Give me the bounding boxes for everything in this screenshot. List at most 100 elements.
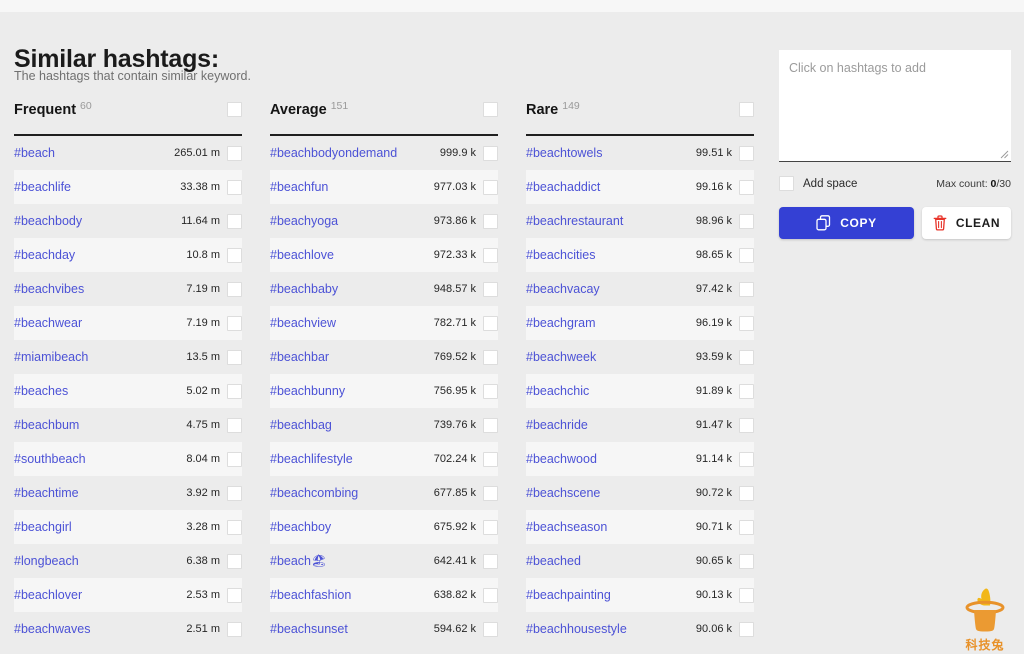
- hashtag-checkbox[interactable]: [739, 519, 754, 535]
- hashtag-checkbox[interactable]: [483, 383, 498, 399]
- hashtag-row[interactable]: #beachbody 11.64 m: [14, 204, 242, 238]
- hashtag-link[interactable]: #beachview: [270, 316, 434, 330]
- hashtag-checkbox[interactable]: [483, 315, 498, 331]
- hashtag-row[interactable]: #beachbum 4.75 m: [14, 408, 242, 442]
- hashtag-link[interactable]: #beachpainting: [526, 588, 696, 602]
- hashtag-checkbox[interactable]: [739, 587, 754, 603]
- hashtag-row[interactable]: #longbeach 6.38 m: [14, 544, 242, 578]
- hashtag-row[interactable]: #beachbodyondemand 999.9 k: [270, 136, 498, 170]
- hashtag-checkbox[interactable]: [739, 145, 754, 161]
- hashtag-checkbox[interactable]: [227, 417, 242, 433]
- hashtag-link[interactable]: #beachcities: [526, 248, 696, 262]
- hashtag-row[interactable]: #beachseason 90.71 k: [526, 510, 754, 544]
- hashtag-checkbox[interactable]: [483, 281, 498, 297]
- hashtag-checkbox[interactable]: [227, 553, 242, 569]
- hashtag-row[interactable]: #beachbunny 756.95 k: [270, 374, 498, 408]
- hashtag-row[interactable]: #miamibeach 13.5 m: [14, 340, 242, 374]
- hashtag-link[interactable]: #southbeach: [14, 452, 186, 466]
- hashtag-checkbox[interactable]: [483, 417, 498, 433]
- hashtag-row[interactable]: #beaches 5.02 m: [14, 374, 242, 408]
- hashtag-row[interactable]: #beachday 10.8 m: [14, 238, 242, 272]
- hashtag-row[interactable]: #beachlove 972.33 k: [270, 238, 498, 272]
- hashtag-checkbox[interactable]: [483, 519, 498, 535]
- hashtag-row[interactable]: #beachlifestyle 702.24 k: [270, 442, 498, 476]
- hashtag-row[interactable]: #beachlover 2.53 m: [14, 578, 242, 612]
- hashtag-link[interactable]: #beachweek: [526, 350, 696, 364]
- hashtag-checkbox[interactable]: [483, 587, 498, 603]
- hashtag-row[interactable]: #beachscene 90.72 k: [526, 476, 754, 510]
- hashtag-row[interactable]: #beachcities 98.65 k: [526, 238, 754, 272]
- hashtag-link[interactable]: #beachtime: [14, 486, 186, 500]
- hashtag-link[interactable]: #beachwear: [14, 316, 186, 330]
- hashtag-checkbox[interactable]: [739, 349, 754, 365]
- hashtag-link[interactable]: #beachlife: [14, 180, 180, 194]
- hashtag-checkbox[interactable]: [739, 383, 754, 399]
- hashtag-checkbox[interactable]: [227, 247, 242, 263]
- hashtag-checkbox[interactable]: [227, 485, 242, 501]
- hashtag-link[interactable]: #beachfun: [270, 180, 434, 194]
- hashtag-link[interactable]: #beach: [14, 146, 174, 160]
- hashtag-checkbox[interactable]: [227, 519, 242, 535]
- hashtag-row[interactable]: #beachyoga 973.86 k: [270, 204, 498, 238]
- hashtag-link[interactable]: #beachhousestyle: [526, 622, 696, 636]
- hashtag-checkbox[interactable]: [739, 213, 754, 229]
- hashtag-link[interactable]: #beachcombing: [270, 486, 434, 500]
- hashtag-link[interactable]: #beachvibes: [14, 282, 186, 296]
- hashtag-link[interactable]: #beachday: [14, 248, 186, 262]
- hashtag-link[interactable]: #beachbodyondemand: [270, 146, 440, 160]
- hashtag-row[interactable]: #beachcombing 677.85 k: [270, 476, 498, 510]
- hashtag-row[interactable]: #beached 90.65 k: [526, 544, 754, 578]
- hashtag-checkbox[interactable]: [739, 179, 754, 195]
- hashtag-checkbox[interactable]: [483, 485, 498, 501]
- hashtag-link[interactable]: #beach🏖: [270, 554, 434, 569]
- hashtag-link[interactable]: #beachseason: [526, 520, 696, 534]
- hashtag-row[interactable]: #southbeach 8.04 m: [14, 442, 242, 476]
- hashtag-checkbox[interactable]: [483, 145, 498, 161]
- hashtag-row[interactable]: #beachvibes 7.19 m: [14, 272, 242, 306]
- select-all-checkbox[interactable]: [739, 102, 754, 117]
- hashtag-link[interactable]: #beachwood: [526, 452, 696, 466]
- hashtag-checkbox[interactable]: [739, 281, 754, 297]
- hashtag-checkbox[interactable]: [739, 451, 754, 467]
- hashtag-row[interactable]: #beachhousestyle 90.06 k: [526, 612, 754, 646]
- hashtag-link[interactable]: #beachbum: [14, 418, 186, 432]
- hashtag-row[interactable]: #beachsunset 594.62 k: [270, 612, 498, 646]
- hashtag-link[interactable]: #beached: [526, 554, 696, 568]
- hashtag-link[interactable]: #beachyoga: [270, 214, 434, 228]
- hashtag-checkbox[interactable]: [227, 315, 242, 331]
- hashtag-link[interactable]: #beachlifestyle: [270, 452, 434, 466]
- hashtag-row[interactable]: #beachtime 3.92 m: [14, 476, 242, 510]
- hashtag-checkbox[interactable]: [227, 281, 242, 297]
- hashtag-checkbox[interactable]: [483, 553, 498, 569]
- select-all-checkbox[interactable]: [483, 102, 498, 117]
- hashtag-row[interactable]: #beachview 782.71 k: [270, 306, 498, 340]
- hashtag-link[interactable]: #miamibeach: [14, 350, 186, 364]
- hashtag-row[interactable]: #beachride 91.47 k: [526, 408, 754, 442]
- hashtag-link[interactable]: #beachwaves: [14, 622, 186, 636]
- hashtag-link[interactable]: #beachrestaurant: [526, 214, 696, 228]
- hashtag-link[interactable]: #beachaddict: [526, 180, 696, 194]
- hashtag-checkbox[interactable]: [227, 621, 242, 637]
- hashtag-link[interactable]: #beachboy: [270, 520, 434, 534]
- hashtag-row[interactable]: #beachboy 675.92 k: [270, 510, 498, 544]
- hashtag-row[interactable]: #beachaddict 99.16 k: [526, 170, 754, 204]
- hashtag-row[interactable]: #beach 265.01 m: [14, 136, 242, 170]
- hashtag-link[interactable]: #beachbar: [270, 350, 434, 364]
- hashtag-row[interactable]: #beachwear 7.19 m: [14, 306, 242, 340]
- hashtag-checkbox[interactable]: [483, 451, 498, 467]
- hashtag-link[interactable]: #beachfashion: [270, 588, 434, 602]
- hashtag-link[interactable]: #beachchic: [526, 384, 696, 398]
- hashtag-link[interactable]: #beachbag: [270, 418, 434, 432]
- hashtag-link[interactable]: #beaches: [14, 384, 186, 398]
- hashtag-checkbox[interactable]: [227, 451, 242, 467]
- hashtag-link[interactable]: #beachgram: [526, 316, 696, 330]
- hashtag-link[interactable]: #beachlove: [270, 248, 434, 262]
- hashtag-row[interactable]: #beachwaves 2.51 m: [14, 612, 242, 646]
- hashtag-checkbox[interactable]: [739, 621, 754, 637]
- hashtag-link[interactable]: #longbeach: [14, 554, 186, 568]
- select-all-checkbox[interactable]: [227, 102, 242, 117]
- hashtag-checkbox[interactable]: [739, 315, 754, 331]
- hashtag-checkbox[interactable]: [483, 349, 498, 365]
- hashtag-link[interactable]: #beachvacay: [526, 282, 696, 296]
- hashtag-checkbox[interactable]: [483, 179, 498, 195]
